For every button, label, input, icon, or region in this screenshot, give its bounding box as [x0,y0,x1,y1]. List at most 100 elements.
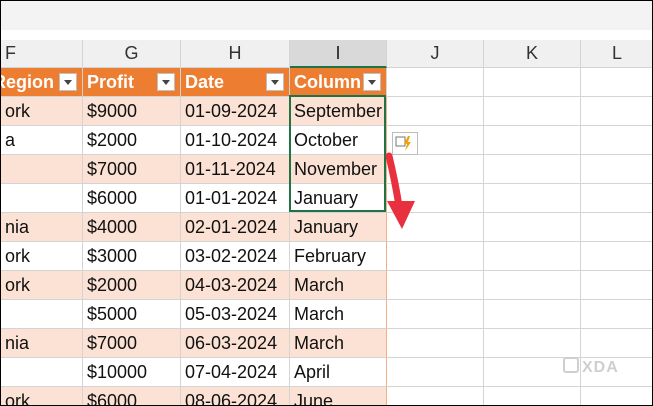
column-letter: K [525,43,538,63]
cell-profit[interactable]: $6000 [83,184,181,213]
empty-cell[interactable] [387,300,484,329]
empty-cell[interactable] [387,97,484,126]
filter-dropdown-button[interactable] [157,73,175,91]
empty-cell[interactable] [581,329,652,358]
cell-date[interactable]: 01-09-2024 [181,97,290,126]
column-header-l[interactable]: L [581,40,652,68]
cell-profit[interactable]: $7000 [83,155,181,184]
cell-month[interactable]: January [290,213,387,242]
cell-region[interactable]: nia [1,213,83,242]
column-header-j[interactable]: J [387,40,484,68]
empty-cell[interactable] [581,242,652,271]
cell-region[interactable] [1,358,83,387]
empty-cell[interactable] [484,242,581,271]
cell-region[interactable] [1,155,83,184]
cell-date[interactable]: 02-01-2024 [181,213,290,242]
table-header-label: Column [294,71,361,92]
cell-profit[interactable]: $10000 [83,358,181,387]
empty-cell[interactable] [581,68,652,97]
column-header-g[interactable]: G [83,40,181,68]
empty-cell[interactable] [387,387,484,405]
column-header-f[interactable]: F [1,40,83,68]
empty-cell[interactable] [484,213,581,242]
cell-profit[interactable]: $3000 [83,242,181,271]
cell-month[interactable]: February [290,242,387,271]
spreadsheet-window: F G H I J K L RegionProfitDateColumnork$… [0,0,653,406]
table-header-cell[interactable]: Date [181,68,290,97]
cell-profit[interactable]: $5000 [83,300,181,329]
empty-cell[interactable] [484,329,581,358]
cell-date[interactable]: 03-02-2024 [181,242,290,271]
cell-month[interactable]: June [290,387,387,405]
cell-month[interactable]: April [290,358,387,387]
column-header-i[interactable]: I [290,40,387,68]
empty-cell[interactable] [387,329,484,358]
empty-cell[interactable] [581,387,652,405]
cell-region[interactable]: a [1,126,83,155]
table-header-cell[interactable]: Column [290,68,387,97]
table-header-cell[interactable]: Profit [83,68,181,97]
cell-region[interactable] [1,300,83,329]
cell-region[interactable]: ork [1,271,83,300]
table-header-cell[interactable]: Region [1,68,83,97]
empty-cell[interactable] [484,300,581,329]
cell-month[interactable]: March [290,300,387,329]
column-header-k[interactable]: K [484,40,581,68]
cell-profit[interactable]: $6000 [83,387,181,405]
cell-date[interactable]: 08-06-2024 [181,387,290,405]
cell-date[interactable]: 06-03-2024 [181,329,290,358]
empty-cell[interactable] [484,68,581,97]
column-letter: J [430,43,440,63]
cell-profit[interactable]: $2000 [83,271,181,300]
empty-cell[interactable] [484,126,581,155]
filter-dropdown-button[interactable] [266,73,284,91]
cell-date[interactable]: 04-03-2024 [181,271,290,300]
empty-cell[interactable] [581,97,652,126]
cell-month[interactable]: March [290,271,387,300]
cell-date[interactable]: 01-10-2024 [181,126,290,155]
cell-month[interactable]: January [290,184,387,213]
empty-cell[interactable] [387,271,484,300]
empty-cell[interactable] [581,271,652,300]
empty-cell[interactable] [581,126,652,155]
red-arrow-icon [385,152,415,229]
cell-region[interactable]: nia [1,329,83,358]
cell-region[interactable]: ork [1,97,83,126]
empty-cell[interactable] [581,300,652,329]
cell-date[interactable]: 01-11-2024 [181,155,290,184]
column-header-h[interactable]: H [181,40,290,68]
cell-date[interactable]: 01-01-2024 [181,184,290,213]
cell-profit[interactable]: $7000 [83,329,181,358]
empty-cell[interactable] [484,97,581,126]
cell-region[interactable] [1,184,83,213]
empty-cell[interactable] [484,387,581,405]
cell-profit[interactable]: $9000 [83,97,181,126]
cell-month[interactable]: November [290,155,387,184]
cell-date[interactable]: 05-03-2024 [181,300,290,329]
cell-profit[interactable]: $4000 [83,213,181,242]
empty-cell[interactable] [484,184,581,213]
empty-cell[interactable] [581,213,652,242]
empty-cell[interactable] [387,242,484,271]
filter-dropdown-button[interactable] [363,73,381,91]
cell-month[interactable]: October [290,126,387,155]
empty-cell[interactable] [484,271,581,300]
empty-cell[interactable] [581,184,652,213]
cell-date[interactable]: 07-04-2024 [181,358,290,387]
column-letter: G [124,43,139,63]
cell-region[interactable]: ork [1,242,83,271]
column-letter: F [5,43,16,63]
table-header-label: Date [185,71,225,92]
cell-month[interactable]: September [290,97,387,126]
ribbon-strip [1,1,652,30]
cell-region[interactable]: ork [1,387,83,405]
empty-cell[interactable] [387,358,484,387]
empty-cell[interactable] [581,155,652,184]
column-letter: H [228,43,242,63]
cell-month[interactable]: March [290,329,387,358]
cell-profit[interactable]: $2000 [83,126,181,155]
filter-dropdown-button[interactable] [59,73,77,91]
empty-cell[interactable] [387,68,484,97]
empty-cell[interactable] [484,155,581,184]
column-letter: L [611,43,622,63]
